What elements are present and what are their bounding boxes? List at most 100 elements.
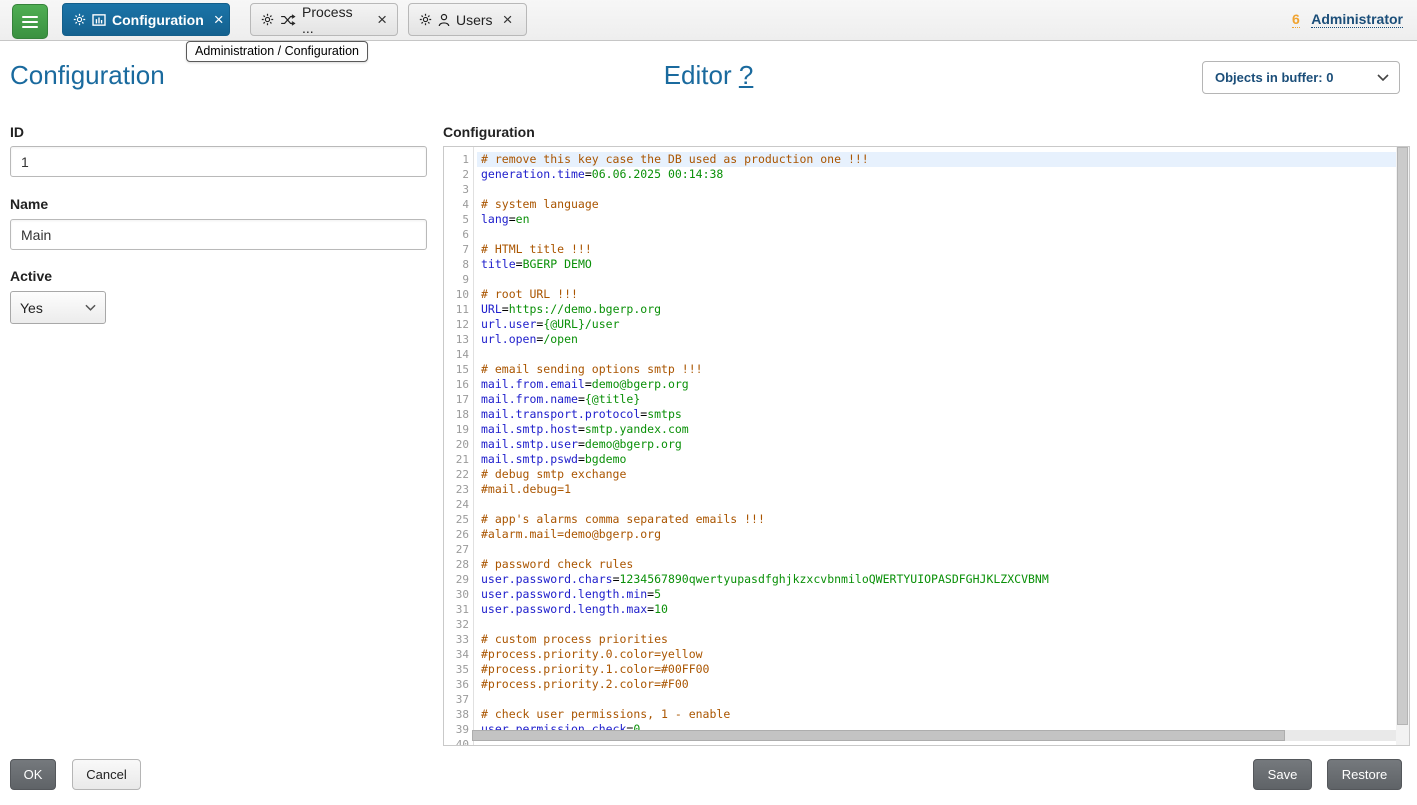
code-line[interactable]: 19mail.smtp.host=smtp.yandex.com	[444, 422, 1409, 437]
tab-users[interactable]: Users ×	[408, 3, 527, 36]
code-line[interactable]: 2generation.time=06.06.2025 00:14:38	[444, 167, 1409, 182]
cancel-button[interactable]: Cancel	[72, 759, 141, 790]
tab-label: Users	[456, 12, 493, 28]
line-number: 19	[444, 422, 477, 437]
code-line[interactable]: 1# remove this key case the DB used as p…	[444, 152, 1409, 167]
tab-process[interactable]: Process ... ×	[250, 3, 398, 36]
code-line[interactable]: 7# HTML title !!!	[444, 242, 1409, 257]
line-code: mail.transport.protocol=smtps	[477, 407, 1409, 422]
line-code: mail.from.email=demo@bgerp.org	[477, 377, 1409, 392]
code-line[interactable]: 16mail.from.email=demo@bgerp.org	[444, 377, 1409, 392]
notification-count[interactable]: 6	[1292, 11, 1300, 28]
code-line[interactable]: 14	[444, 347, 1409, 362]
line-number: 4	[444, 197, 477, 212]
code-line[interactable]: 30user.password.length.min=5	[444, 587, 1409, 602]
code-line[interactable]: 21mail.smtp.pswd=bgdemo	[444, 452, 1409, 467]
line-number: 11	[444, 302, 477, 317]
line-code	[477, 182, 1409, 197]
line-number: 12	[444, 317, 477, 332]
code-line[interactable]: 3	[444, 182, 1409, 197]
help-link[interactable]: ?	[739, 60, 753, 90]
configuration-code-editor[interactable]: 1# remove this key case the DB used as p…	[443, 146, 1410, 746]
code-line[interactable]: 18mail.transport.protocol=smtps	[444, 407, 1409, 422]
line-code: mail.smtp.host=smtp.yandex.com	[477, 422, 1409, 437]
line-code: user.password.length.min=5	[477, 587, 1409, 602]
restore-button[interactable]: Restore	[1327, 759, 1402, 790]
name-input[interactable]	[10, 219, 427, 250]
objects-buffer-dropdown[interactable]: Objects in buffer: 0	[1202, 61, 1400, 94]
id-input[interactable]	[10, 146, 427, 177]
code-line[interactable]: 37	[444, 692, 1409, 707]
code-line[interactable]: 5lang=en	[444, 212, 1409, 227]
name-label: Name	[10, 196, 48, 212]
horizontal-scrollbar-thumb[interactable]	[472, 730, 1285, 741]
line-code: user.password.length.max=10	[477, 602, 1409, 617]
line-number: 17	[444, 392, 477, 407]
line-number: 33	[444, 632, 477, 647]
code-line[interactable]: 31user.password.length.max=10	[444, 602, 1409, 617]
vertical-scrollbar[interactable]	[1396, 147, 1409, 745]
tab-configuration[interactable]: Configuration ×	[62, 3, 230, 36]
line-code: lang=en	[477, 212, 1409, 227]
horizontal-scrollbar[interactable]	[472, 730, 1396, 741]
gear-icon	[73, 13, 86, 26]
code-line[interactable]: 38# check user permissions, 1 - enable	[444, 707, 1409, 722]
line-code: # email sending options smtp !!!	[477, 362, 1409, 377]
active-select-value: Yes	[20, 300, 43, 316]
code-line[interactable]: 22# debug smtp exchange	[444, 467, 1409, 482]
line-code: #process.priority.2.color=#F00	[477, 677, 1409, 692]
line-code: # app's alarms comma separated emails !!…	[477, 512, 1409, 527]
line-number: 20	[444, 437, 477, 452]
code-line[interactable]: 26#alarm.mail=demo@bgerp.org	[444, 527, 1409, 542]
ok-button[interactable]: OK	[10, 759, 56, 790]
code-line[interactable]: 17mail.from.name={@title}	[444, 392, 1409, 407]
code-line[interactable]: 10# root URL !!!	[444, 287, 1409, 302]
gear-icon	[261, 13, 274, 26]
line-number: 16	[444, 377, 477, 392]
line-number: 7	[444, 242, 477, 257]
code-line[interactable]: 9	[444, 272, 1409, 287]
line-number: 27	[444, 542, 477, 557]
line-code: # HTML title !!!	[477, 242, 1409, 257]
close-icon[interactable]: ×	[503, 11, 513, 28]
line-number: 36	[444, 677, 477, 692]
code-line[interactable]: 20mail.smtp.user=demo@bgerp.org	[444, 437, 1409, 452]
code-line[interactable]: 28# password check rules	[444, 557, 1409, 572]
person-icon	[438, 13, 450, 27]
code-line[interactable]: 13url.open=/open	[444, 332, 1409, 347]
code-line[interactable]: 29user.password.chars=1234567890qwertyup…	[444, 572, 1409, 587]
code-line[interactable]: 35#process.priority.1.color=#00FF00	[444, 662, 1409, 677]
code-line[interactable]: 33# custom process priorities	[444, 632, 1409, 647]
code-line[interactable]: 12url.user={@URL}/user	[444, 317, 1409, 332]
line-number: 31	[444, 602, 477, 617]
line-code	[477, 542, 1409, 557]
code-line[interactable]: 34#process.priority.0.color=yellow	[444, 647, 1409, 662]
code-line[interactable]: 11URL=https://demo.bgerp.org	[444, 302, 1409, 317]
line-code: #alarm.mail=demo@bgerp.org	[477, 527, 1409, 542]
id-label: ID	[10, 124, 24, 140]
line-code	[477, 347, 1409, 362]
save-button[interactable]: Save	[1253, 759, 1312, 790]
line-number: 29	[444, 572, 477, 587]
code-line[interactable]: 8title=BGERP DEMO	[444, 257, 1409, 272]
close-icon[interactable]: ×	[377, 11, 387, 28]
code-line[interactable]: 36#process.priority.2.color=#F00	[444, 677, 1409, 692]
code-line[interactable]: 6	[444, 227, 1409, 242]
code-line[interactable]: 23#mail.debug=1	[444, 482, 1409, 497]
code-line[interactable]: 27	[444, 542, 1409, 557]
vertical-scrollbar-thumb[interactable]	[1397, 147, 1408, 725]
main-menu-button[interactable]	[12, 4, 48, 39]
active-select[interactable]: Yes	[10, 291, 106, 324]
user-link[interactable]: Administrator	[1311, 11, 1403, 28]
line-number: 35	[444, 662, 477, 677]
line-number: 22	[444, 467, 477, 482]
line-number: 24	[444, 497, 477, 512]
code-line[interactable]: 15# email sending options smtp !!!	[444, 362, 1409, 377]
code-line[interactable]: 4# system language	[444, 197, 1409, 212]
code-line[interactable]: 32	[444, 617, 1409, 632]
line-number: 10	[444, 287, 477, 302]
code-line[interactable]: 25# app's alarms comma separated emails …	[444, 512, 1409, 527]
close-icon[interactable]: ×	[214, 11, 224, 28]
code-line[interactable]: 24	[444, 497, 1409, 512]
line-code: # check user permissions, 1 - enable	[477, 707, 1409, 722]
